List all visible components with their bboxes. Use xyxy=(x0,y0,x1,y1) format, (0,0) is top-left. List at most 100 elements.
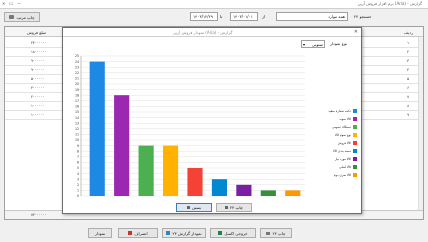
legend-swatch xyxy=(353,133,357,137)
legend-swatch xyxy=(353,109,357,113)
row-number: ۳ xyxy=(407,59,409,63)
chart-label: نمودار xyxy=(94,230,106,236)
y-tick-label: 5 xyxy=(77,166,79,170)
excel-export-button[interactable]: خروجی اکسل xyxy=(210,228,256,238)
print-label: ۲۴ چاپ xyxy=(272,230,286,236)
chart-type-label: نوع نمودار xyxy=(330,41,348,46)
report-chart-button[interactable]: ۲۳ نمودار گزارش xyxy=(162,228,206,238)
y-tick-label: 7 xyxy=(77,155,79,159)
row-number: ۸ xyxy=(407,104,409,108)
bar xyxy=(285,190,301,196)
title-bar: ✕ ☐ — نرم افزار فروش آرین (Aria) - گزارش xyxy=(0,0,428,9)
close-dialog-icon[interactable]: ✕ xyxy=(354,29,358,35)
row-amount: ۱۰۰۰۰۰۰ xyxy=(31,113,45,117)
printer-icon xyxy=(9,15,15,19)
chart-button[interactable]: نمودار xyxy=(88,228,112,238)
excel-label: خروجی اکسل xyxy=(224,230,248,236)
filter-combobox[interactable]: همه موارد xyxy=(276,12,348,21)
chart-type-value: ستونی xyxy=(311,41,323,47)
date-from-label: از xyxy=(262,14,266,19)
y-tick-label: 9 xyxy=(77,144,79,148)
legend-label: کالا فروش xyxy=(337,141,351,145)
bar xyxy=(138,145,154,196)
legend-item: کالا فروش xyxy=(307,140,357,146)
bar xyxy=(211,179,228,196)
row-amount: ۲۴۰۰۰۰۰۰ xyxy=(31,41,47,45)
exit-button[interactable]: انصراف xyxy=(118,228,158,238)
legend-label: دکمه شماره سفید xyxy=(328,109,351,113)
exit-icon xyxy=(128,231,133,235)
legend-item: کالا نمونه xyxy=(307,116,357,122)
legend-label: نوع سوم کالا xyxy=(334,133,351,137)
y-tick-label: 22 xyxy=(75,71,79,75)
bottom-bar: نمودار انصراف ۲۳ نمودار گزارش خروجی اکسل… xyxy=(0,222,428,242)
legend-swatch xyxy=(353,165,357,169)
date-to-field[interactable]: ۱۴۰۳/۱۲/۲۹ xyxy=(190,12,218,21)
y-tick-label: 10 xyxy=(75,138,79,142)
date-from-value: ۱۴۰۳/۰۱/۰۱ xyxy=(233,14,253,19)
y-tick-label: 16 xyxy=(75,105,79,109)
bar xyxy=(260,190,276,196)
y-tick-label: 20 xyxy=(75,82,79,86)
filter-label: جستجو ۲۴ xyxy=(354,14,372,19)
excel-icon xyxy=(218,231,223,235)
date-to-value: ۱۴۰۳/۱۲/۲۹ xyxy=(193,14,213,19)
print-button[interactable]: ۲۴ چاپ xyxy=(260,228,292,238)
y-tick-label: 13 xyxy=(75,121,79,125)
y-tick-label: 15 xyxy=(75,110,79,114)
legend-swatch xyxy=(353,125,357,129)
row-number: ۶ xyxy=(407,86,409,90)
legend-item: کالا مورد نیاز xyxy=(307,156,357,162)
dialog-print-label: ۲۴ چاپ xyxy=(229,205,244,210)
row-number: ۴ xyxy=(407,68,409,72)
legend-swatch xyxy=(353,157,357,161)
y-tick-label: 2 xyxy=(77,183,79,187)
window-title: نرم افزار فروش آرین (Aria) - گزارش xyxy=(357,1,422,6)
row-number: ۲ xyxy=(407,50,409,54)
y-tick-label: 11 xyxy=(75,133,79,137)
minimize-window-icon[interactable]: — xyxy=(17,1,21,6)
row-amount: ۳۰۰۰۰۰۰ xyxy=(31,86,45,90)
y-tick-label: 12 xyxy=(75,127,79,131)
date-from-field[interactable]: ۱۴۰۳/۰۱/۰۱ xyxy=(230,12,258,21)
row-amount: ۹۰۰۰۰۰۰ xyxy=(31,59,45,63)
chart-type-combobox[interactable]: ▾ ستونی xyxy=(301,40,325,48)
report-chart-label: ۲۳ نمودار گزارش xyxy=(172,230,202,236)
row-amount: ۵۰۰۰۰۰۰ xyxy=(31,77,45,81)
close-button[interactable]: بستن xyxy=(176,203,212,212)
row-number: ۱ xyxy=(407,41,409,45)
y-tick-label: 23 xyxy=(75,65,79,69)
chart-legend: دکمه شماره سفید کالا نمونه دستگاه عمومی … xyxy=(307,108,357,180)
y-tick-label: 6 xyxy=(77,161,79,165)
y-tick-label: 21 xyxy=(75,77,79,81)
legend-item: نوع سوم کالا xyxy=(307,132,357,138)
print-sorted-button[interactable]: چاپ مرتب xyxy=(4,12,40,22)
date-to-label: تا xyxy=(220,14,223,19)
legend-item: کالا اصلی xyxy=(307,164,357,170)
row-amount: ۹۰۰۰۰۰۰ xyxy=(31,68,45,72)
bar xyxy=(187,168,203,196)
y-tick-label: 1 xyxy=(77,189,79,193)
chevron-down-icon: ▾ xyxy=(303,41,306,47)
row-amount: ۱۰۰۰۰۰۰ xyxy=(31,104,45,108)
close-window-icon[interactable]: ✕ xyxy=(2,1,5,6)
printer-icon xyxy=(266,231,271,235)
column-header-amount[interactable]: مبلغ فروش xyxy=(27,30,46,35)
bar-chart: 0123456789101112131415161718192021222324… xyxy=(75,54,305,198)
y-tick-label: 25 xyxy=(75,54,79,58)
legend-label: کالا سری دوم xyxy=(333,173,351,177)
print-sorted-label: چاپ مرتب xyxy=(16,14,35,20)
legend-label: کالا مورد نیاز xyxy=(334,157,351,161)
grid-vertical-scrollbar[interactable] xyxy=(418,37,423,212)
close-label: بستن xyxy=(192,205,201,210)
row-amount: ۲۰۰۰۰۰۰ xyxy=(31,95,45,99)
y-tick-label: 8 xyxy=(77,149,79,153)
bar xyxy=(236,184,252,196)
dialog-print-button[interactable]: ۲۴ چاپ xyxy=(216,203,252,212)
legend-label: دستگاه عمومی xyxy=(331,125,351,129)
dialog-title-bar: نمودار فروش آرین (Aria) - گزارش ✕ xyxy=(63,28,361,37)
column-header-row[interactable]: ردیف xyxy=(404,30,413,35)
legend-item: دسته بندی کالا xyxy=(307,148,357,154)
maximize-window-icon[interactable]: ☐ xyxy=(9,1,13,6)
y-tick-label: 24 xyxy=(75,60,79,64)
